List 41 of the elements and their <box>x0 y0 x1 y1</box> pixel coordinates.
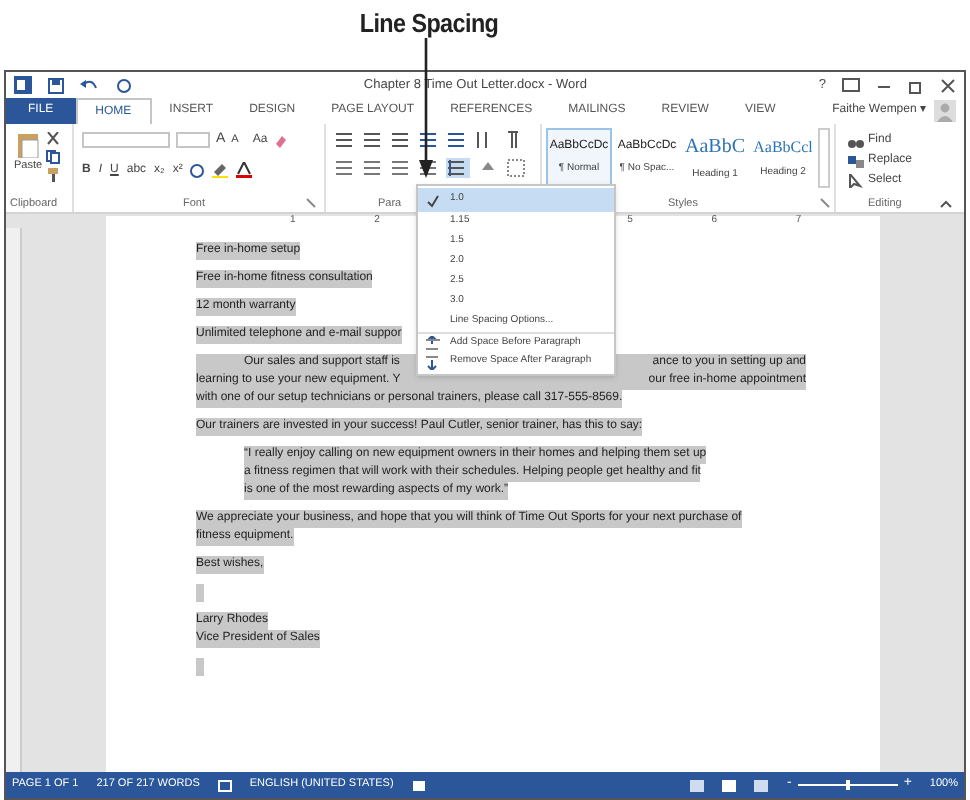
scissors-icon[interactable] <box>46 132 61 146</box>
close-icon[interactable] <box>940 77 956 93</box>
macro-icon[interactable] <box>411 779 426 791</box>
dialog-launcher-icon[interactable] <box>306 198 317 209</box>
save-icon[interactable] <box>48 77 64 93</box>
restore-icon[interactable] <box>908 77 924 93</box>
font-name-field[interactable] <box>82 132 170 149</box>
undo-icon[interactable] <box>80 77 100 93</box>
copy-icon[interactable] <box>46 150 61 164</box>
read-mode-icon[interactable] <box>690 779 705 791</box>
pilcrow-icon[interactable] <box>502 130 522 150</box>
borders-icon[interactable] <box>506 158 526 178</box>
multilevel-list-icon[interactable] <box>390 130 410 150</box>
bullets-icon[interactable] <box>334 130 354 150</box>
font-size-field[interactable] <box>176 132 210 149</box>
decrease-indent-icon[interactable] <box>418 130 438 150</box>
font-color-icon[interactable] <box>236 162 253 178</box>
align-left-icon[interactable] <box>334 158 354 178</box>
word-logo[interactable] <box>14 76 32 94</box>
align-right-icon[interactable] <box>390 158 410 178</box>
increase-indent-icon[interactable] <box>446 130 466 150</box>
callout-label: Line Spacing <box>359 6 499 42</box>
proofing-icon[interactable] <box>217 779 232 791</box>
cursor-icon[interactable] <box>848 173 864 187</box>
align-center-icon[interactable] <box>362 158 382 178</box>
web-layout-icon[interactable] <box>754 779 769 791</box>
gallery-scrollbar[interactable] <box>818 128 830 188</box>
line-spacing-icon[interactable] <box>446 158 470 178</box>
eraser-icon[interactable] <box>273 133 288 148</box>
check-icon[interactable] <box>425 193 439 207</box>
numbering-icon[interactable] <box>362 130 382 150</box>
replace-icon[interactable] <box>848 153 864 167</box>
dialog-launcher-icon[interactable] <box>820 198 831 209</box>
remove-space-icon[interactable] <box>424 354 440 370</box>
zoom-slider-thumb[interactable] <box>845 780 850 790</box>
highlighter-icon[interactable] <box>212 162 229 178</box>
collapse-ribbon-icon[interactable] <box>940 199 952 208</box>
ribbon-display-icon[interactable] <box>842 78 860 92</box>
print-layout-icon[interactable] <box>722 779 737 791</box>
format-painter-icon[interactable] <box>46 168 61 182</box>
add-space-icon[interactable] <box>424 335 440 351</box>
